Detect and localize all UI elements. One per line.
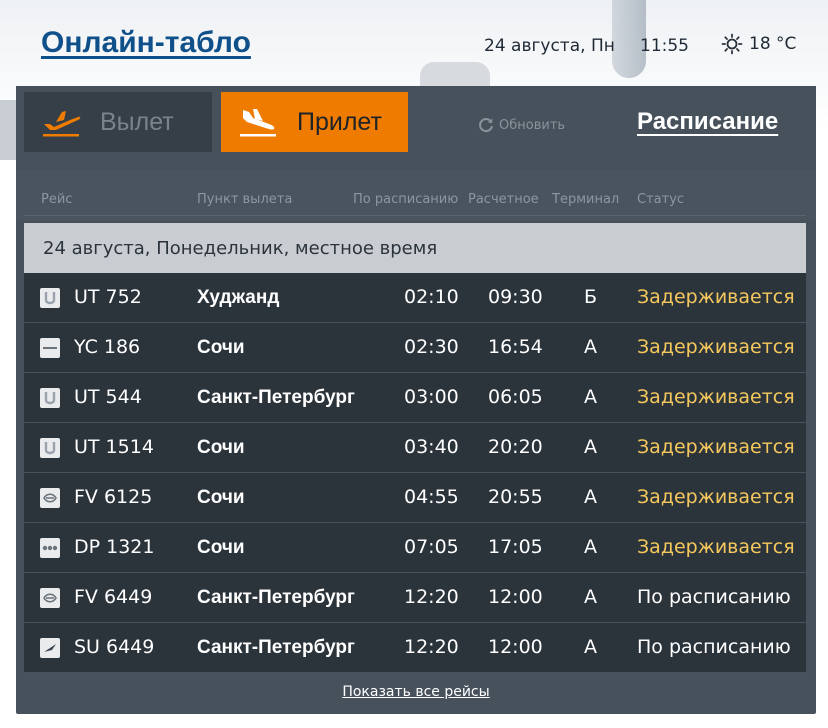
terminal: А [584,586,597,608]
terminal: А [584,436,597,458]
current-date: 24 августа, Пн [484,36,615,56]
terminal: А [584,386,597,408]
estimated-time: 09:30 [488,286,543,308]
table-row[interactable]: SU 6449 Санкт-Петербург 12:20 12:00 А По… [24,623,806,673]
tab-arrival-label: Прилет [297,107,382,136]
estimated-time: 20:55 [488,486,543,508]
temperature: 18 °C [749,34,797,54]
flight-number: FV 6449 [74,586,153,608]
scheduled-time: 12:20 [404,636,459,658]
table-row[interactable]: UT 544 Санкт-Петербург 03:00 06:05 А Зад… [24,373,806,423]
estimated-time: 06:05 [488,386,543,408]
current-time: 11:55 [640,36,689,56]
tab-departure[interactable]: Вылет [24,92,212,152]
flight-status: По расписанию [637,636,791,658]
col-terminal: Терминал [552,192,620,207]
origin-city: Сочи [197,487,245,508]
utair-logo-icon [40,388,60,408]
weather: 18 °C [721,33,796,55]
flight-number: YC 186 [74,336,141,358]
table-row[interactable]: FV 6125 Сочи 04:55 20:55 А Задерживается [24,473,806,523]
table-row[interactable]: UT 1514 Сочи 03:40 20:20 А Задерживается [24,423,806,473]
terminal: А [584,536,597,558]
origin-city: Санкт-Петербург [197,637,355,658]
col-scheduled: По расписанию [353,192,459,207]
rossiya-logo-icon [40,488,60,508]
aeroflot-logo-icon [40,638,60,658]
flight-number: UT 544 [74,386,142,408]
flight-number: FV 6125 [74,486,153,508]
refresh-button[interactable]: Обновить [477,116,565,134]
estimated-time: 17:05 [488,536,543,558]
flight-status: Задерживается [637,486,795,508]
table-row[interactable]: DP 1321 Сочи 07:05 17:05 А Задерживается [24,523,806,573]
show-all-flights-link[interactable]: Показать все рейсы [16,684,816,700]
day-header: 24 августа, Понедельник, местное время [24,223,806,273]
origin-city: Сочи [197,337,245,358]
flight-status: Задерживается [637,336,795,358]
scheduled-time: 02:10 [404,286,459,308]
scheduled-time: 12:20 [404,586,459,608]
flight-list: UT 752 Худжанд 02:10 09:30 Б Задерживает… [24,273,806,673]
flight-number: UT 1514 [74,436,154,458]
flight-number: UT 752 [74,286,142,308]
scheduled-time: 04:55 [404,486,459,508]
scheduled-time: 02:30 [404,336,459,358]
col-estimated: Расчетное [468,192,539,207]
page-title[interactable]: Онлайн-табло [41,26,251,60]
estimated-time: 16:54 [488,336,543,358]
origin-city: Сочи [197,537,245,558]
terminal: А [584,486,597,508]
utair-logo-icon [40,438,60,458]
header: Онлайн-табло 24 августа, Пн 11:55 18 °C [0,0,828,86]
estimated-time: 12:00 [488,636,543,658]
table-row[interactable]: UT 752 Худжанд 02:10 09:30 Б Задерживает… [24,273,806,323]
col-origin: Пункт вылета [197,192,293,207]
refresh-icon [479,118,493,133]
tab-arrival[interactable]: Прилет [221,92,408,152]
pobeda-logo-icon [40,538,60,558]
flight-status: Задерживается [637,386,795,408]
terminal: А [584,636,597,658]
yakutia-logo-icon [40,338,60,358]
estimated-time: 12:00 [488,586,543,608]
arrival-plane-icon [240,109,276,137]
divider [24,215,806,216]
estimated-time: 20:20 [488,436,543,458]
origin-city: Худжанд [197,287,280,308]
col-status: Статус [637,192,685,207]
terminal: А [584,336,597,358]
origin-city: Санкт-Петербург [197,587,355,608]
flight-status: Задерживается [637,536,795,558]
table-row[interactable]: FV 6449 Санкт-Петербург 12:20 12:00 А По… [24,573,806,623]
flight-number: DP 1321 [74,536,155,558]
scheduled-time: 07:05 [404,536,459,558]
origin-city: Санкт-Петербург [197,387,355,408]
departure-plane-icon [43,111,81,137]
refresh-label: Обновить [499,117,566,133]
utair-logo-icon [40,288,60,308]
scheduled-time: 03:40 [404,436,459,458]
sun-icon [721,33,743,55]
table-row[interactable]: YC 186 Сочи 02:30 16:54 А Задерживается [24,323,806,373]
flight-status: Задерживается [637,436,795,458]
origin-city: Сочи [197,437,245,458]
flight-status: По расписанию [637,586,791,608]
column-headers: Рейс Пункт вылета По расписанию Расчетно… [16,186,816,210]
schedule-link[interactable]: Расписание [637,108,778,136]
rossiya-logo-icon [40,588,60,608]
flight-status: Задерживается [637,286,795,308]
terminal: Б [584,286,598,308]
flight-number: SU 6449 [74,636,155,658]
col-flight: Рейс [41,192,73,207]
flight-board: Вылет Прилет Обновить Расписание Рейс Пу… [16,86,816,714]
tab-departure-label: Вылет [100,107,174,136]
day-header-label: 24 августа, Понедельник, местное время [43,237,438,259]
scheduled-time: 03:00 [404,386,459,408]
board-tabs: Вылет Прилет Обновить Расписание [16,86,816,170]
